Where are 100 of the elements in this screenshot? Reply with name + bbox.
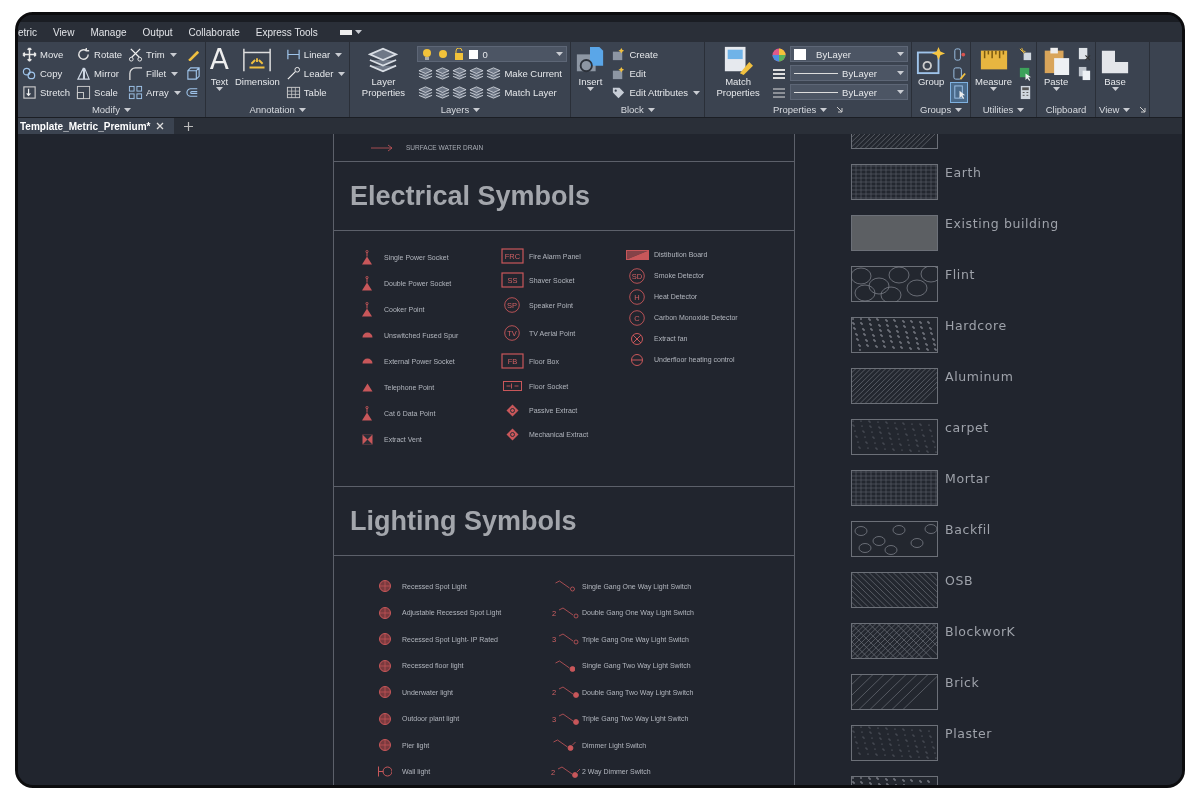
ribbon-button[interactable]: Scale — [75, 83, 124, 102]
ribbon-button[interactable]: Mirror — [75, 64, 124, 83]
color-swatch — [794, 48, 807, 60]
layer-tool-button[interactable] — [451, 83, 468, 102]
panel-title[interactable]: Properties — [772, 104, 817, 115]
menu-tab[interactable]: Collaborate — [180, 26, 248, 38]
scissors-icon — [128, 47, 144, 62]
linetype-dropdown[interactable]: ByLayer — [790, 65, 909, 81]
color-dropdown[interactable]: ByLayer — [790, 46, 909, 62]
launcher-arrow-icon[interactable] — [1139, 106, 1147, 113]
caret-icon[interactable] — [556, 52, 564, 56]
caret-icon[interactable] — [820, 107, 828, 112]
ribbon-button[interactable]: Move — [21, 45, 72, 64]
ribbon-button[interactable]: Leader — [284, 64, 347, 83]
layer-dropdown[interactable]: 0 — [417, 46, 568, 62]
caret-icon[interactable] — [1111, 87, 1119, 91]
layer-tool-button[interactable] — [434, 83, 451, 102]
ribbon-button[interactable]: Measure — [974, 45, 1014, 91]
ribbon-button[interactable]: Edit — [610, 64, 702, 83]
layer-tool-button[interactable] — [451, 64, 468, 83]
caret-icon[interactable] — [955, 107, 963, 112]
caret-icon[interactable] — [1052, 87, 1060, 91]
panel-title[interactable]: Layers — [440, 104, 470, 115]
menu-tab[interactable]: etric — [18, 26, 45, 38]
panel-title[interactable]: Clipboard — [1045, 104, 1087, 115]
caret-icon[interactable] — [173, 90, 181, 95]
panel-title[interactable]: View — [1099, 104, 1120, 115]
close-icon[interactable] — [156, 122, 165, 130]
stretch-icon — [22, 85, 37, 100]
icon-button[interactable] — [951, 64, 968, 83]
icon-button[interactable] — [951, 83, 968, 102]
ribbon-button[interactable]: Match Properties — [708, 45, 769, 98]
layer-tool-button[interactable] — [417, 83, 434, 102]
caret-icon[interactable] — [354, 30, 362, 34]
ribbon-button[interactable]: Rotate — [75, 45, 124, 64]
caret-icon[interactable] — [123, 107, 131, 112]
ribbon-button[interactable]: Base — [1099, 45, 1132, 91]
caret-icon[interactable] — [1123, 107, 1131, 112]
caret-icon[interactable] — [335, 52, 343, 57]
icon-button[interactable] — [951, 45, 968, 64]
ribbon-button[interactable]: Dimension — [233, 45, 281, 87]
caret-icon[interactable] — [171, 71, 179, 76]
light-symbol — [379, 606, 391, 619]
electrical-symbol — [361, 382, 373, 392]
menu-tab[interactable]: Manage — [82, 26, 135, 38]
hatch-label: Earth — [945, 166, 982, 180]
layer-tool-button[interactable] — [417, 64, 434, 83]
ribbon-button[interactable]: Group — [915, 45, 948, 87]
caret-icon[interactable] — [897, 90, 905, 94]
panel-title[interactable]: Annotation — [249, 104, 295, 115]
caret-icon[interactable] — [298, 107, 306, 112]
ribbon-button[interactable]: Match Layer — [485, 83, 558, 102]
ribbon-button[interactable]: Fillet — [127, 64, 182, 83]
hatch-label: Backfil — [945, 523, 991, 537]
caret-icon[interactable] — [169, 52, 177, 57]
caret-icon[interactable] — [647, 107, 655, 112]
ribbon-button[interactable]: Make Current — [485, 64, 563, 83]
text-glyph-icon: A — [209, 45, 229, 75]
panel-title[interactable]: Modify — [91, 104, 120, 115]
caret-icon[interactable] — [990, 87, 998, 91]
linetype-dropdown[interactable]: ByLayer — [790, 84, 909, 100]
caret-icon[interactable] — [586, 87, 594, 91]
layer-tool-button[interactable] — [434, 64, 451, 83]
icon-button[interactable] — [185, 64, 202, 83]
layer-tool-button[interactable] — [468, 83, 485, 102]
caret-icon[interactable] — [1017, 107, 1025, 112]
document-tab[interactable]: Template_Metric_Premium* — [18, 118, 175, 134]
menu-tab[interactable]: Express Tools — [247, 26, 326, 38]
menu-tab[interactable]: Output — [134, 26, 181, 38]
caret-icon[interactable] — [338, 71, 346, 76]
ribbon-button[interactable]: Layer Properties — [353, 45, 414, 98]
copy-circles-icon — [22, 66, 37, 81]
caret-icon[interactable] — [693, 90, 701, 95]
ribbon-button[interactable]: Linear — [284, 45, 347, 64]
new-tab-icon[interactable] — [184, 121, 194, 131]
group-icon — [916, 45, 947, 75]
panel-title[interactable]: Groups — [920, 104, 952, 115]
caret-icon[interactable] — [897, 71, 905, 75]
ribbon-button[interactable]: Create — [610, 45, 702, 64]
layer-tool-button[interactable] — [468, 64, 485, 83]
ribbon-button[interactable]: Stretch — [21, 83, 72, 102]
panel-title[interactable]: Utilities — [982, 104, 1014, 115]
ribbon-button[interactable]: Copy — [21, 64, 72, 83]
caret-icon[interactable] — [897, 52, 905, 56]
line-weights-icon — [772, 85, 787, 100]
ribbon-button[interactable]: A Text — [208, 45, 230, 91]
launcher-arrow-icon[interactable] — [836, 106, 844, 113]
hatch-label: Mortar — [945, 472, 990, 486]
caret-icon[interactable] — [215, 87, 223, 91]
panel-title[interactable]: Block — [620, 104, 644, 115]
icon-button[interactable] — [1076, 64, 1093, 83]
fillet-curve-icon — [128, 66, 144, 81]
ribbon-button[interactable]: Insert — [574, 45, 607, 91]
ribbon-button[interactable]: Edit Attributes — [610, 83, 702, 102]
ribbon-button[interactable]: Paste — [1040, 45, 1073, 91]
ribbon-button[interactable]: Array — [127, 83, 182, 102]
menu-tab[interactable]: View — [44, 26, 83, 38]
ribbon-button[interactable]: Trim — [127, 45, 182, 64]
ribbon-button[interactable]: Table — [284, 83, 347, 102]
caret-icon[interactable] — [473, 107, 481, 112]
